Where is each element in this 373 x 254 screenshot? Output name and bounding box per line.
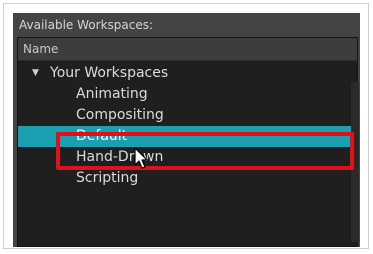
tree-group-your-workspaces[interactable]: ▼ Your Workspaces [18, 63, 357, 84]
mouse-pointer-icon [134, 147, 148, 169]
highlight-box [56, 132, 354, 170]
list-item-label: Animating [76, 86, 148, 102]
triangle-down-icon[interactable]: ▼ [32, 63, 39, 84]
list-item-label: Compositing [76, 107, 164, 123]
column-header-label: Name [23, 42, 59, 56]
list-item[interactable]: Animating [18, 84, 357, 105]
tree-group-label: Your Workspaces [50, 65, 169, 81]
panel-title: Available Workspaces: [19, 18, 154, 32]
column-header[interactable]: Name [18, 38, 357, 61]
list-item-label: Scripting [76, 170, 139, 186]
list-item[interactable]: Scripting [18, 168, 357, 189]
workspaces-panel: Available Workspaces: Name ▼ Your Worksp… [13, 13, 360, 247]
list-item[interactable]: Compositing [18, 105, 357, 126]
